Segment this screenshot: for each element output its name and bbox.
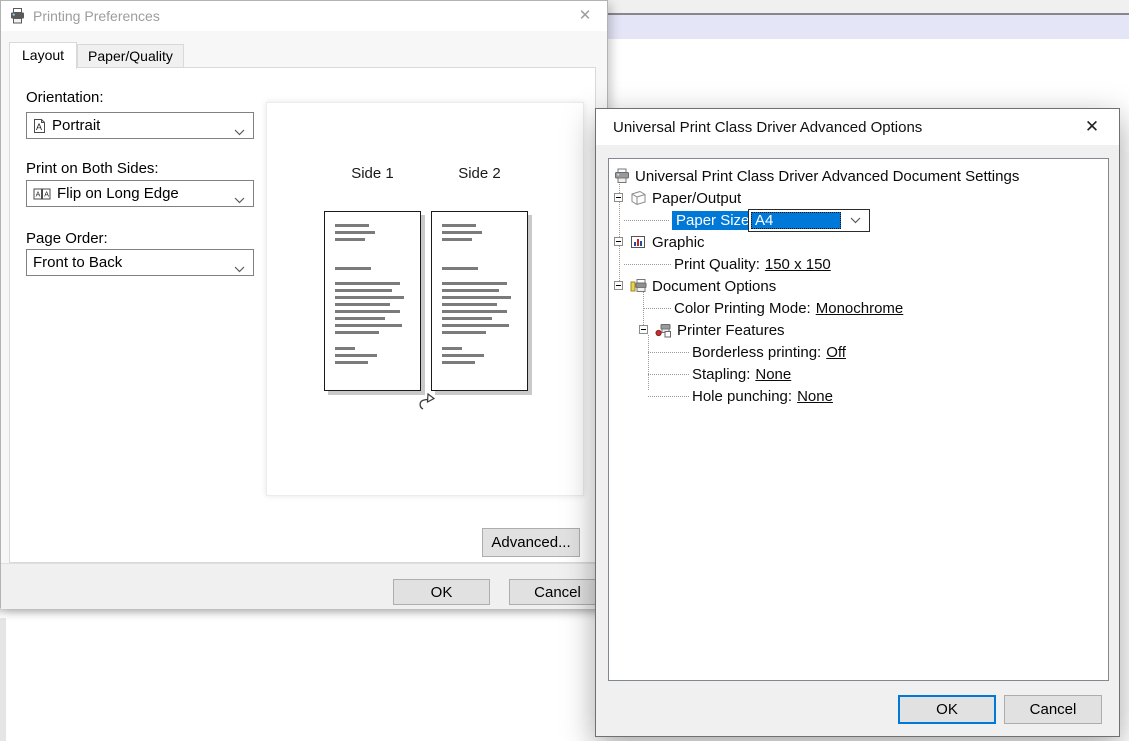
tree-item-printer-features[interactable]: Printer Features <box>609 319 1108 341</box>
page-order-value: Front to Back <box>33 254 122 271</box>
flip-rotate-icon <box>415 391 441 418</box>
setting-value-link[interactable]: 150 x 150 <box>765 256 831 273</box>
setting-value-link[interactable]: None <box>755 366 791 383</box>
side1-label: Side 1 <box>324 165 421 182</box>
both-sides-select[interactable]: A A Flip on Long Edge <box>26 180 254 207</box>
paper-size-value: A4 <box>751 212 841 229</box>
cancel-button[interactable]: Cancel <box>509 579 606 605</box>
background-window-bottom-left <box>0 608 608 741</box>
page-order-select[interactable]: Front to Back <box>26 249 254 276</box>
tree-item-color-printing-mode[interactable]: Color Printing Mode: Monochrome <box>609 297 1108 319</box>
setting-label: Stapling: <box>692 366 750 383</box>
setting-label: Color Printing Mode: <box>674 300 811 317</box>
tree-item-paper-output[interactable]: Paper/Output <box>609 187 1108 209</box>
side2-label: Side 2 <box>431 165 528 182</box>
portrait-page-icon: A <box>33 118 46 134</box>
dialog-footer: OK Cancel <box>1 563 607 609</box>
paper-size-label[interactable]: Paper Size: <box>672 211 758 230</box>
page-thumbnail-side1 <box>324 211 421 391</box>
layout-tab-page: Orientation: A Portrait Print on Both Si… <box>9 67 596 563</box>
collapse-toggle-icon[interactable] <box>614 281 623 290</box>
background-window-edge <box>0 618 6 741</box>
tab-paper-quality[interactable]: Paper/Quality <box>77 44 184 68</box>
setting-label: Print Quality: <box>674 256 760 273</box>
tree-item-graphic[interactable]: Graphic <box>609 231 1108 253</box>
setting-value-link[interactable]: Monochrome <box>816 300 904 317</box>
chart-icon <box>630 234 646 250</box>
dialog-title: Printing Preferences <box>33 8 160 24</box>
tree-item-label: Graphic <box>652 234 705 251</box>
tree-item-borderless-printing[interactable]: Borderless printing: Off <box>609 341 1108 363</box>
tree-item-root[interactable]: Universal Print Class Driver Advanced Do… <box>609 165 1108 187</box>
setting-value-link[interactable]: Off <box>826 344 846 361</box>
printing-preferences-dialog: Printing Preferences ✕ Layout Paper/Qual… <box>0 0 608 608</box>
tree-item-print-quality[interactable]: Print Quality: 150 x 150 <box>609 253 1108 275</box>
desktop: Printing Preferences ✕ Layout Paper/Qual… <box>0 0 1129 741</box>
background-header-strip <box>608 15 1129 39</box>
chevron-down-icon <box>850 217 861 224</box>
tree-item-label: Universal Print Class Driver Advanced Do… <box>635 168 1019 185</box>
tree-item-paper-size[interactable]: Paper Size: A4 <box>609 209 1108 231</box>
printer-features-icon <box>655 322 672 338</box>
tab-layout[interactable]: Layout <box>9 42 77 69</box>
collapse-toggle-icon[interactable] <box>639 325 648 334</box>
tree-item-label: Paper/Output <box>652 190 741 207</box>
page-thumbnail-side2 <box>431 211 528 391</box>
tree-item-label: Printer Features <box>677 322 785 339</box>
tree-item-document-options[interactable]: Document Options <box>609 275 1108 297</box>
paper-size-select[interactable]: A4 <box>748 209 870 232</box>
document-options-icon <box>630 278 647 294</box>
printer-icon <box>9 8 26 24</box>
orientation-select[interactable]: A Portrait <box>26 112 254 139</box>
background-menu-strip <box>608 0 1129 13</box>
ok-button[interactable]: OK <box>393 579 490 605</box>
settings-tree: Universal Print Class Driver Advanced Do… <box>608 158 1109 681</box>
both-sides-value: Flip on Long Edge <box>57 185 179 202</box>
collapse-toggle-icon[interactable] <box>614 193 623 202</box>
orientation-label: Orientation: <box>26 89 104 106</box>
cancel-button[interactable]: Cancel <box>1004 695 1102 724</box>
svg-text:A: A <box>36 122 42 132</box>
close-icon[interactable]: ✕ <box>575 6 595 24</box>
chevron-down-icon <box>234 260 245 277</box>
page-order-label: Page Order: <box>26 230 108 247</box>
chevron-down-icon <box>234 123 245 140</box>
duplex-preview-panel: Side 1 Side 2 <box>266 102 584 496</box>
close-icon[interactable]: ✕ <box>1081 117 1103 137</box>
advanced-button[interactable]: Advanced... <box>482 528 580 557</box>
ok-button[interactable]: OK <box>898 695 996 724</box>
collapse-toggle-icon[interactable] <box>614 237 623 246</box>
orientation-value: Portrait <box>52 117 100 134</box>
tab-strip: Layout Paper/Quality <box>9 45 184 68</box>
title-bar: Universal Print Class Driver Advanced Op… <box>596 109 1119 145</box>
setting-value-link[interactable]: None <box>797 388 833 405</box>
tree-item-stapling[interactable]: Stapling: None <box>609 363 1108 385</box>
both-sides-label: Print on Both Sides: <box>26 160 159 177</box>
svg-text:A: A <box>36 191 41 198</box>
setting-label: Borderless printing: <box>692 344 821 361</box>
printer-icon <box>614 168 630 184</box>
advanced-options-dialog: Universal Print Class Driver Advanced Op… <box>595 108 1120 737</box>
setting-label: Hole punching: <box>692 388 792 405</box>
chevron-down-icon <box>234 191 245 208</box>
title-bar: Printing Preferences ✕ <box>1 1 607 31</box>
flip-long-edge-icon: A A <box>33 187 51 201</box>
paper-output-icon <box>630 190 647 206</box>
svg-text:A: A <box>44 191 49 198</box>
tree-item-label: Document Options <box>652 278 776 295</box>
dialog-title: Universal Print Class Driver Advanced Op… <box>613 119 922 136</box>
tree-item-hole-punching[interactable]: Hole punching: None <box>609 385 1108 407</box>
